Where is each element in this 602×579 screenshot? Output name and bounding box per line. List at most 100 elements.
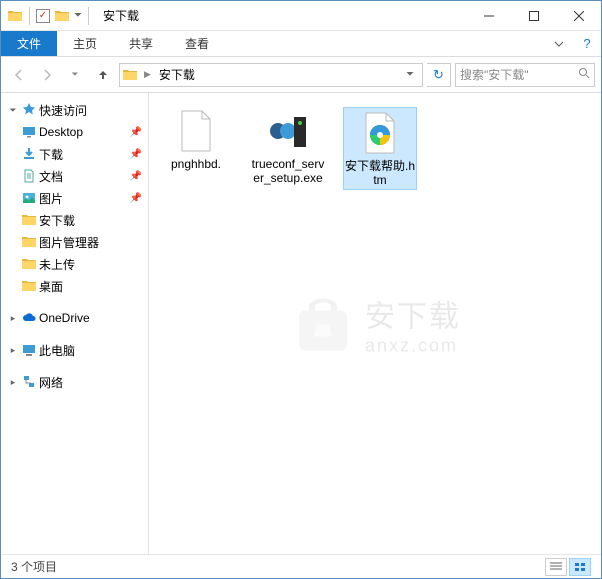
sidebar-item-desk2[interactable]: 桌面 bbox=[1, 275, 148, 297]
label: OneDrive bbox=[39, 311, 90, 325]
sidebar: ⏷ 快速访问 Desktop 📌 下载 📌 文档 📌 图片 📌 bbox=[1, 93, 149, 554]
tab-home[interactable]: 主页 bbox=[57, 31, 113, 56]
folder-icon bbox=[21, 278, 37, 294]
watermark: 安下载 anxz.com bbox=[289, 291, 461, 356]
sidebar-item-unuploaded[interactable]: 未上传 bbox=[1, 253, 148, 275]
status-text: 3 个项目 bbox=[11, 558, 57, 575]
back-button[interactable] bbox=[7, 63, 31, 87]
watermark-sub: anxz.com bbox=[365, 335, 461, 356]
refresh-button[interactable]: ↻ bbox=[427, 63, 451, 87]
address-dropdown-icon[interactable]: ⏷ bbox=[400, 69, 420, 80]
ribbon-expand-icon[interactable] bbox=[545, 31, 573, 56]
label: 桌面 bbox=[39, 278, 63, 295]
file-name: trueconf_server_setup.exe bbox=[251, 157, 325, 186]
blank-file-icon bbox=[172, 107, 220, 155]
view-icons-button[interactable] bbox=[569, 558, 591, 576]
network-icon bbox=[21, 374, 37, 390]
label: 安下载 bbox=[39, 212, 75, 229]
label: 此电脑 bbox=[39, 342, 75, 359]
collapse-icon[interactable]: ⏷ bbox=[7, 105, 19, 116]
forward-button[interactable] bbox=[35, 63, 59, 87]
window-controls bbox=[466, 1, 601, 30]
sidebar-onedrive[interactable]: ▸ OneDrive bbox=[1, 307, 148, 329]
pin-icon: 📌 bbox=[130, 149, 142, 160]
status-bar: 3 个项目 bbox=[1, 554, 601, 578]
ribbon-help-icon[interactable]: ? bbox=[573, 31, 601, 56]
sidebar-item-picmgr[interactable]: 图片管理器 bbox=[1, 231, 148, 253]
up-button[interactable] bbox=[91, 63, 115, 87]
search-input[interactable]: 搜索"安下载" bbox=[455, 63, 595, 87]
app-icon bbox=[7, 8, 23, 24]
window-title: 安下载 bbox=[97, 7, 139, 24]
label: 未上传 bbox=[39, 256, 75, 273]
pc-icon bbox=[21, 342, 37, 358]
qat-folder-icon[interactable] bbox=[54, 8, 70, 24]
recent-dropdown-icon[interactable]: ⏷ bbox=[63, 63, 87, 87]
sidebar-item-documents[interactable]: 文档 📌 bbox=[1, 165, 148, 187]
label: 图片管理器 bbox=[39, 234, 99, 251]
folder-icon bbox=[21, 212, 37, 228]
search-placeholder: 搜索"安下载" bbox=[460, 66, 529, 83]
pin-icon: 📌 bbox=[130, 171, 142, 182]
folder-icon bbox=[21, 256, 37, 272]
maximize-button[interactable] bbox=[511, 1, 556, 30]
tab-view[interactable]: 查看 bbox=[169, 31, 225, 56]
separator bbox=[29, 7, 30, 25]
separator bbox=[88, 7, 89, 25]
star-icon bbox=[21, 102, 37, 118]
watermark-title: 安下载 bbox=[365, 291, 461, 335]
label: 文档 bbox=[39, 168, 63, 185]
quick-access-toolbar: ✓ ⏷ bbox=[1, 7, 97, 25]
folder-icon bbox=[21, 234, 37, 250]
qat-dropdown-icon[interactable]: ⏷ bbox=[74, 10, 82, 21]
view-switcher bbox=[545, 558, 591, 576]
pictures-icon bbox=[21, 190, 37, 206]
file-name: 安下载帮助.htm bbox=[345, 159, 415, 188]
label: Desktop bbox=[39, 125, 83, 139]
watermark-logo-icon bbox=[289, 295, 357, 353]
sidebar-thispc[interactable]: ▸ 此电脑 bbox=[1, 339, 148, 361]
titlebar: ✓ ⏷ 安下载 bbox=[1, 1, 601, 31]
label: 图片 bbox=[39, 190, 63, 207]
sidebar-quick-access[interactable]: ⏷ 快速访问 bbox=[1, 99, 148, 121]
file-item-selected[interactable]: 安下载帮助.htm bbox=[343, 107, 417, 190]
sidebar-item-pictures[interactable]: 图片 📌 bbox=[1, 187, 148, 209]
address-bar[interactable]: ▶ 安下载 ⏷ bbox=[119, 63, 423, 87]
qat-checkbox-icon[interactable]: ✓ bbox=[36, 9, 50, 23]
document-icon bbox=[21, 168, 37, 184]
tab-share[interactable]: 共享 bbox=[113, 31, 169, 56]
pin-icon: 📌 bbox=[130, 127, 142, 138]
view-details-button[interactable] bbox=[545, 558, 567, 576]
cloud-icon bbox=[21, 310, 37, 326]
close-button[interactable] bbox=[556, 1, 601, 30]
navbar: ⏷ ▶ 安下载 ⏷ ↻ 搜索"安下载" bbox=[1, 57, 601, 93]
file-item[interactable]: trueconf_server_setup.exe bbox=[251, 107, 325, 186]
file-item[interactable]: pnghhbd. bbox=[159, 107, 233, 171]
body: ⏷ 快速访问 Desktop 📌 下载 📌 文档 📌 图片 📌 bbox=[1, 93, 601, 554]
expand-icon[interactable]: ▸ bbox=[7, 377, 19, 388]
download-icon bbox=[21, 146, 37, 162]
chevron-right-icon[interactable]: ▶ bbox=[142, 69, 153, 80]
expand-icon[interactable]: ▸ bbox=[7, 313, 19, 324]
sidebar-network[interactable]: ▸ 网络 bbox=[1, 371, 148, 393]
label: 快速访问 bbox=[39, 102, 87, 119]
sidebar-item-downloads[interactable]: 下载 📌 bbox=[1, 143, 148, 165]
label: 网络 bbox=[39, 374, 63, 391]
file-list: pnghhbd. trueconf_server_setup.exe bbox=[149, 93, 601, 204]
pin-icon: 📌 bbox=[130, 193, 142, 204]
content-pane[interactable]: pnghhbd. trueconf_server_setup.exe bbox=[149, 93, 601, 554]
expand-icon[interactable]: ▸ bbox=[7, 345, 19, 356]
ribbon: 文件 主页 共享 查看 ? bbox=[1, 31, 601, 57]
file-name: pnghhbd. bbox=[171, 157, 221, 171]
breadcrumb[interactable]: 安下载 bbox=[157, 66, 197, 83]
sidebar-item-desktop[interactable]: Desktop 📌 bbox=[1, 121, 148, 143]
tab-file[interactable]: 文件 bbox=[1, 31, 57, 56]
address-folder-icon bbox=[122, 67, 138, 83]
minimize-button[interactable] bbox=[466, 1, 511, 30]
htm-icon bbox=[356, 109, 404, 157]
search-icon bbox=[578, 67, 590, 82]
desktop-icon bbox=[21, 124, 37, 140]
exe-icon bbox=[264, 107, 312, 155]
label: 下载 bbox=[39, 146, 63, 163]
sidebar-item-anxz[interactable]: 安下载 bbox=[1, 209, 148, 231]
